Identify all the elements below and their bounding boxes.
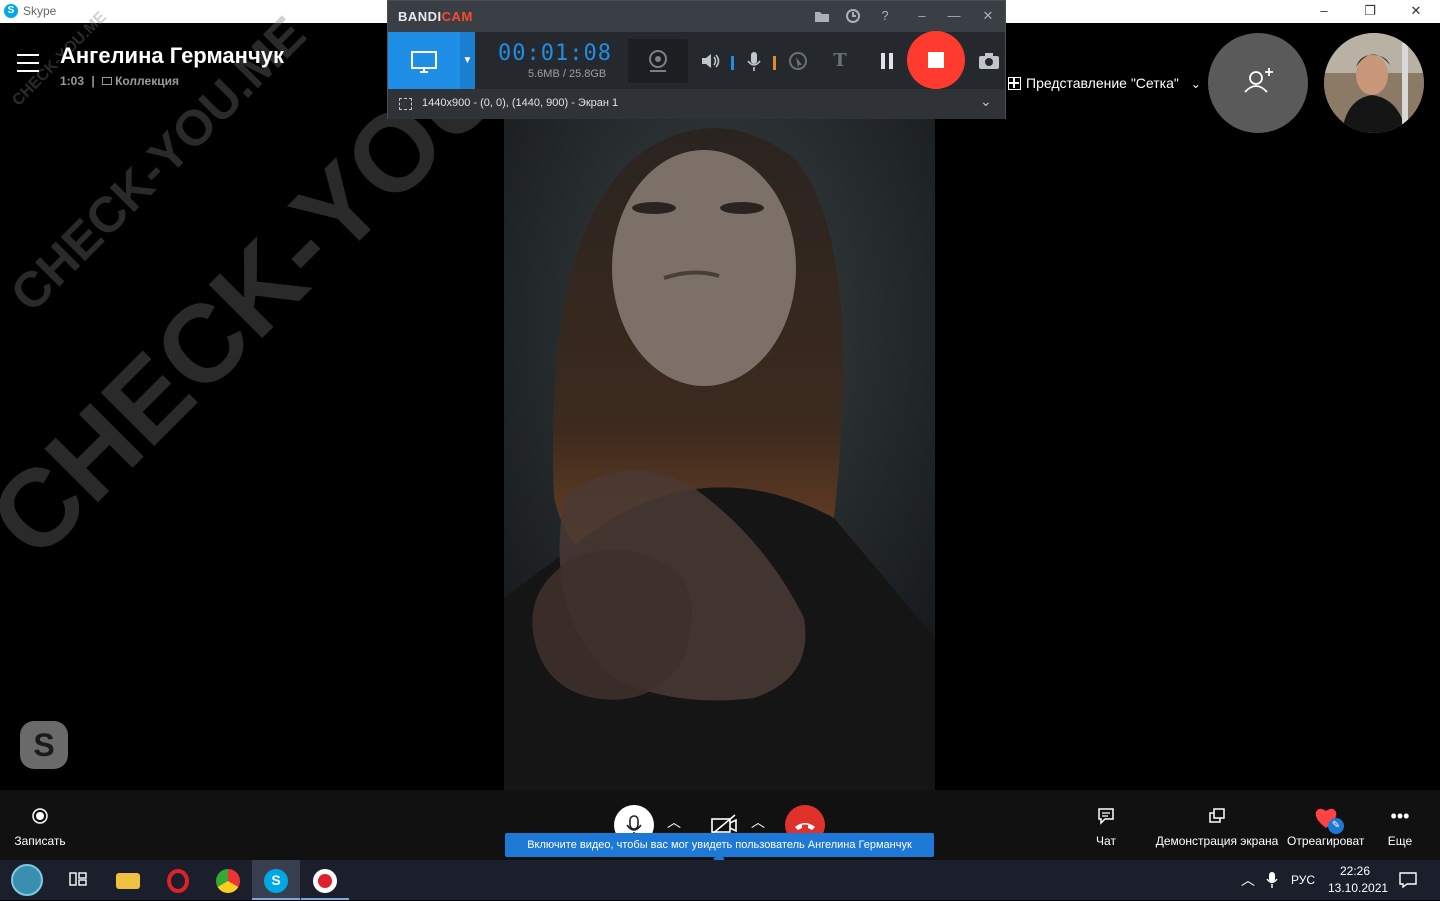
bandicam-taskbar-button[interactable] — [301, 860, 349, 900]
menu-icon[interactable] — [17, 54, 39, 72]
bandicam-main-bar: ▼ 00:01:08 5.6MB / 25.8GB T — [388, 31, 1005, 89]
pause-icon[interactable] — [874, 48, 900, 74]
chrome-icon — [216, 869, 240, 893]
self-avatar — [1324, 33, 1424, 133]
file-explorer-button[interactable] — [104, 860, 152, 900]
history-icon[interactable] — [843, 6, 863, 26]
mouse-effect-icon[interactable] — [785, 48, 811, 74]
record-icon — [28, 804, 52, 828]
opera-button[interactable] — [154, 860, 202, 900]
bandicam-region-bar: 1440x900 - (0, 0), (1440, 900) - Экран 1… — [388, 89, 1005, 119]
edit-icon: ✎ — [1328, 818, 1344, 834]
region-label: 1440x900 - (0, 0), (1440, 900) - Экран 1 — [422, 97, 619, 109]
recording-file-size: 5.6MB / 25.8GB — [528, 68, 607, 80]
input-language[interactable]: РУС — [1291, 873, 1315, 887]
screen-share-icon — [1205, 804, 1229, 828]
collection-link[interactable]: Коллекция — [115, 74, 179, 88]
chevron-up-icon[interactable]: ︿ — [748, 812, 768, 832]
grid-view-toggle[interactable]: Представление "Сетка" ⌄ — [1008, 75, 1201, 91]
camera-icon[interactable] — [976, 48, 1002, 74]
help-icon[interactable]: ? — [875, 6, 895, 26]
chat-button[interactable]: Чат — [1086, 790, 1126, 860]
recording-timer: 00:01:08 — [498, 41, 612, 66]
task-view-icon — [66, 869, 90, 891]
tray-microphone-icon[interactable] — [1264, 870, 1280, 895]
stop-icon — [928, 52, 944, 68]
remote-video — [504, 118, 935, 790]
text-overlay-icon[interactable]: T — [827, 48, 853, 74]
skype-logo-icon: S — [20, 721, 68, 769]
call-duration: 1:03 — [60, 74, 85, 88]
maximize-button[interactable]: ❐ — [1347, 0, 1393, 23]
folder-icon[interactable] — [812, 6, 832, 26]
minimize-button[interactable]: – — [1301, 0, 1347, 23]
record-button[interactable]: Записать — [8, 790, 72, 860]
chevron-down-icon: ⌄ — [1190, 77, 1201, 91]
start-button[interactable] — [3, 860, 51, 900]
notifications-icon[interactable] — [1398, 871, 1418, 894]
mic-level — [773, 56, 776, 70]
grid-view-label: Представление "Сетка" — [1026, 75, 1179, 91]
call-meta: 1:03 | Коллекция — [60, 74, 179, 88]
bandicam-collapse-icon[interactable]: — — [944, 6, 964, 26]
opera-icon — [167, 869, 189, 893]
bandicam-title-bar: BANDICAM ? – — ✕ — [388, 1, 1005, 32]
more-icon: ••• — [1390, 806, 1410, 826]
chat-icon — [1094, 804, 1118, 828]
bandicam-toolbar: BANDICAM ? – — ✕ ▼ 00:01:08 5.6MB / 25.8… — [387, 0, 1006, 119]
speaker-level — [731, 56, 734, 70]
clock-time: 22:26 — [1339, 864, 1371, 878]
chevron-down-icon[interactable]: ⌄ — [980, 93, 992, 110]
more-button[interactable]: ••• Еще — [1382, 790, 1418, 860]
add-participant-button[interactable] — [1208, 33, 1308, 133]
region-select-icon[interactable] — [399, 98, 412, 110]
speaker-icon[interactable] — [697, 48, 723, 74]
folder-icon — [116, 873, 140, 889]
screen-share-button[interactable]: Демонстрация экрана — [1154, 790, 1280, 860]
system-clock[interactable]: 22:26 13.10.2021 — [1328, 863, 1389, 897]
close-button[interactable]: ✕ — [1393, 0, 1439, 23]
chrome-button[interactable] — [204, 860, 252, 900]
microphone-icon[interactable] — [741, 48, 767, 74]
collection-icon — [102, 77, 113, 85]
grid-icon — [1008, 77, 1021, 90]
webcam-toggle[interactable] — [628, 39, 688, 83]
windows-taskbar: S ︿ РУС 22:26 13.10.2021 — [0, 860, 1440, 900]
contact-name: Ангелина Германчук — [60, 43, 284, 68]
bandicam-logo: BANDICAM — [398, 9, 473, 24]
bandicam-minimize-icon[interactable]: – — [912, 6, 932, 26]
stop-recording-button[interactable] — [907, 31, 965, 89]
meta-separator: | — [91, 74, 95, 88]
skype-icon: S — [264, 869, 288, 893]
chevron-up-icon[interactable]: ︿ — [664, 812, 684, 832]
record-icon — [313, 869, 337, 893]
windows-start-icon — [11, 864, 43, 896]
react-button[interactable]: ✎ Отреагироват — [1287, 790, 1364, 860]
skype-taskbar-button[interactable]: S — [252, 860, 300, 900]
webcam-icon — [649, 50, 667, 72]
tray-chevron-up-icon[interactable]: ︿ — [1241, 870, 1255, 890]
heart-icon: ✎ — [1312, 804, 1344, 834]
skype-icon: S — [4, 4, 18, 18]
bandicam-close-icon[interactable]: ✕ — [978, 6, 998, 26]
window-title: Skype — [23, 4, 57, 18]
clock-date: 13.10.2021 — [1328, 881, 1389, 895]
screen-mode-dropdown[interactable]: ▼ — [460, 32, 475, 89]
add-person-icon — [1244, 68, 1273, 93]
monitor-icon — [411, 51, 437, 73]
screen-mode-button[interactable] — [388, 32, 460, 89]
task-view-button[interactable] — [54, 860, 102, 900]
